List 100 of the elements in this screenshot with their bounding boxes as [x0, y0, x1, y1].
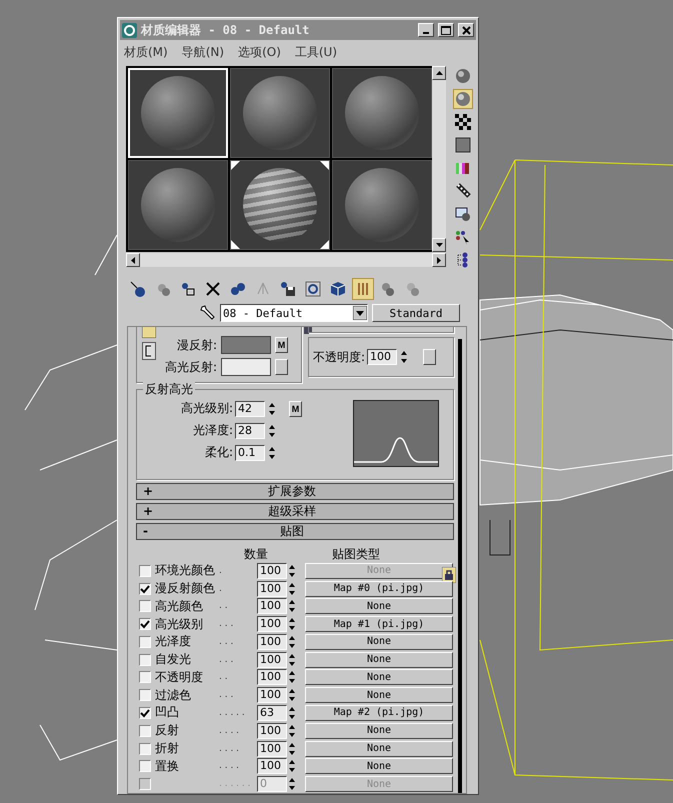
- map-slot-button[interactable]: Map #2 (pi.jpg): [305, 704, 453, 721]
- checkbox[interactable]: [139, 582, 151, 595]
- map-slot-button[interactable]: Map #0 (pi.jpg): [305, 580, 453, 597]
- map-slot-button[interactable]: None: [305, 669, 453, 686]
- leader-dots: . . . . . .: [219, 779, 252, 790]
- dots-cursor-icon: [455, 229, 471, 245]
- sphere-arrow-icon: [130, 281, 146, 297]
- map-slot-button[interactable]: None: [305, 598, 453, 614]
- minimize-button[interactable]: [418, 23, 434, 37]
- dropdown-arrow-icon[interactable]: [353, 306, 367, 320]
- checkbox[interactable]: [139, 760, 151, 772]
- map-slot-button[interactable]: None: [305, 634, 453, 650]
- spinner-icon[interactable]: [267, 422, 277, 438]
- lock-button-icon[interactable]: [142, 327, 156, 338]
- number-field[interactable]: 42: [235, 400, 265, 416]
- map-slot-button[interactable]: None: [305, 652, 453, 668]
- checkbox[interactable]: [139, 618, 151, 630]
- map-button[interactable]: [275, 359, 288, 375]
- menu-item[interactable]: 导航(N): [182, 44, 224, 60]
- down-arrow-icon[interactable]: [436, 243, 442, 247]
- rollout-bar[interactable]: - 贴图: [136, 522, 454, 540]
- side-tool-button[interactable]: [453, 135, 473, 155]
- map-button[interactable]: M: [289, 400, 302, 416]
- leader-dots: . .: [219, 601, 229, 612]
- amount-field[interactable]: 100: [257, 740, 287, 757]
- material-name-dropdown[interactable]: 08 - Default: [220, 304, 368, 322]
- amount-field[interactable]: 100: [257, 687, 287, 704]
- rollout-bar[interactable]: + 扩展参数: [136, 482, 454, 500]
- map-slot-button[interactable]: Map #1 (pi.jpg): [305, 616, 453, 632]
- horizontal-scrollbar[interactable]: [126, 253, 446, 267]
- map-button[interactable]: [423, 349, 436, 365]
- scrollbar-thumb[interactable]: [458, 339, 462, 793]
- spheres-icon: [155, 281, 171, 297]
- scroll-right-button[interactable]: [432, 253, 446, 267]
- opacity-field[interactable]: 100: [367, 349, 398, 365]
- map-channel-label: 自发光: [155, 651, 192, 668]
- rollout-bar[interactable]: + 超级采样: [136, 502, 454, 520]
- maximize-button[interactable]: [438, 23, 454, 37]
- menu-item[interactable]: 选项(O): [238, 44, 281, 60]
- map-slot-button[interactable]: None: [305, 740, 453, 757]
- amount-field[interactable]: 63: [257, 704, 287, 721]
- checkbox[interactable]: [139, 742, 151, 755]
- amount-field[interactable]: 100: [257, 616, 287, 632]
- close-icon[interactable]: [462, 26, 470, 34]
- checkbox[interactable]: [139, 724, 151, 737]
- group-title: 反射高光: [143, 381, 195, 398]
- map-slot-button[interactable]: None: [305, 758, 453, 774]
- corner-mark: [231, 161, 240, 170]
- spinner-icon[interactable]: [267, 400, 277, 416]
- checkbox[interactable]: [139, 654, 151, 666]
- spinner-icon[interactable]: [267, 444, 277, 460]
- checkbox[interactable]: [139, 564, 151, 577]
- lock-button-icon[interactable]: [442, 566, 456, 583]
- eyedropper-icon: [200, 305, 216, 321]
- material-type-button[interactable]: Standard: [372, 304, 460, 322]
- maximize-icon[interactable]: [441, 26, 451, 34]
- number-field[interactable]: 0.1: [235, 444, 265, 460]
- diffuse-color-swatch[interactable]: [221, 336, 271, 354]
- amount-field[interactable]: 100: [257, 669, 287, 686]
- left-arrow-icon[interactable]: [131, 256, 135, 264]
- checkbox[interactable]: [139, 636, 151, 648]
- amount-field[interactable]: 100: [257, 562, 287, 579]
- amount-field[interactable]: 100: [257, 598, 287, 614]
- amount-field[interactable]: 100: [257, 580, 287, 597]
- field-label: 高光级别:: [180, 400, 233, 417]
- scroll-left-button[interactable]: [126, 253, 140, 267]
- rollout-sign: +: [143, 504, 154, 518]
- tree-icon: [255, 281, 271, 297]
- number-field[interactable]: 28: [235, 422, 265, 438]
- checkbox[interactable]: [139, 706, 151, 719]
- linked-spheres-icon: [230, 281, 246, 297]
- right-arrow-icon[interactable]: [437, 256, 441, 264]
- side-tool-button[interactable]: [453, 112, 473, 132]
- menu-item[interactable]: 材质(M): [124, 44, 168, 60]
- map-channel-label: 光泽度: [155, 633, 192, 650]
- leader-dots: . . . . .: [219, 708, 246, 718]
- close-button[interactable]: [458, 23, 474, 37]
- map-slot-button[interactable]: None: [305, 722, 453, 739]
- map-slot-button[interactable]: None: [305, 687, 453, 704]
- leader-dots: . . . .: [219, 744, 240, 754]
- amount-field[interactable]: 100: [257, 722, 287, 739]
- ring-icon: [305, 281, 321, 297]
- checkbox[interactable]: [139, 600, 151, 612]
- amount-field[interactable]: 100: [257, 634, 287, 650]
- scroll-up-button[interactable]: [432, 66, 446, 80]
- scroll-down-button[interactable]: [432, 238, 446, 252]
- menu-item[interactable]: 工具(U): [294, 44, 338, 60]
- amount-field[interactable]: 100: [257, 758, 287, 774]
- sample-slot[interactable]: [230, 160, 330, 250]
- amount-field[interactable]: 100: [257, 652, 287, 668]
- diffuse-label: 漫反射:: [176, 336, 217, 354]
- map-channel-label: 高光颜色: [155, 598, 204, 615]
- checkbox[interactable]: [139, 689, 151, 702]
- leader-dots: . . . .: [219, 726, 240, 736]
- vertical-scrollbar[interactable]: [432, 66, 446, 252]
- bracket-icon[interactable]: [142, 342, 156, 360]
- checkbox[interactable]: [139, 671, 151, 684]
- up-arrow-icon[interactable]: [436, 71, 442, 75]
- map-button[interactable]: M: [275, 337, 288, 353]
- specular-color-swatch[interactable]: [221, 358, 271, 376]
